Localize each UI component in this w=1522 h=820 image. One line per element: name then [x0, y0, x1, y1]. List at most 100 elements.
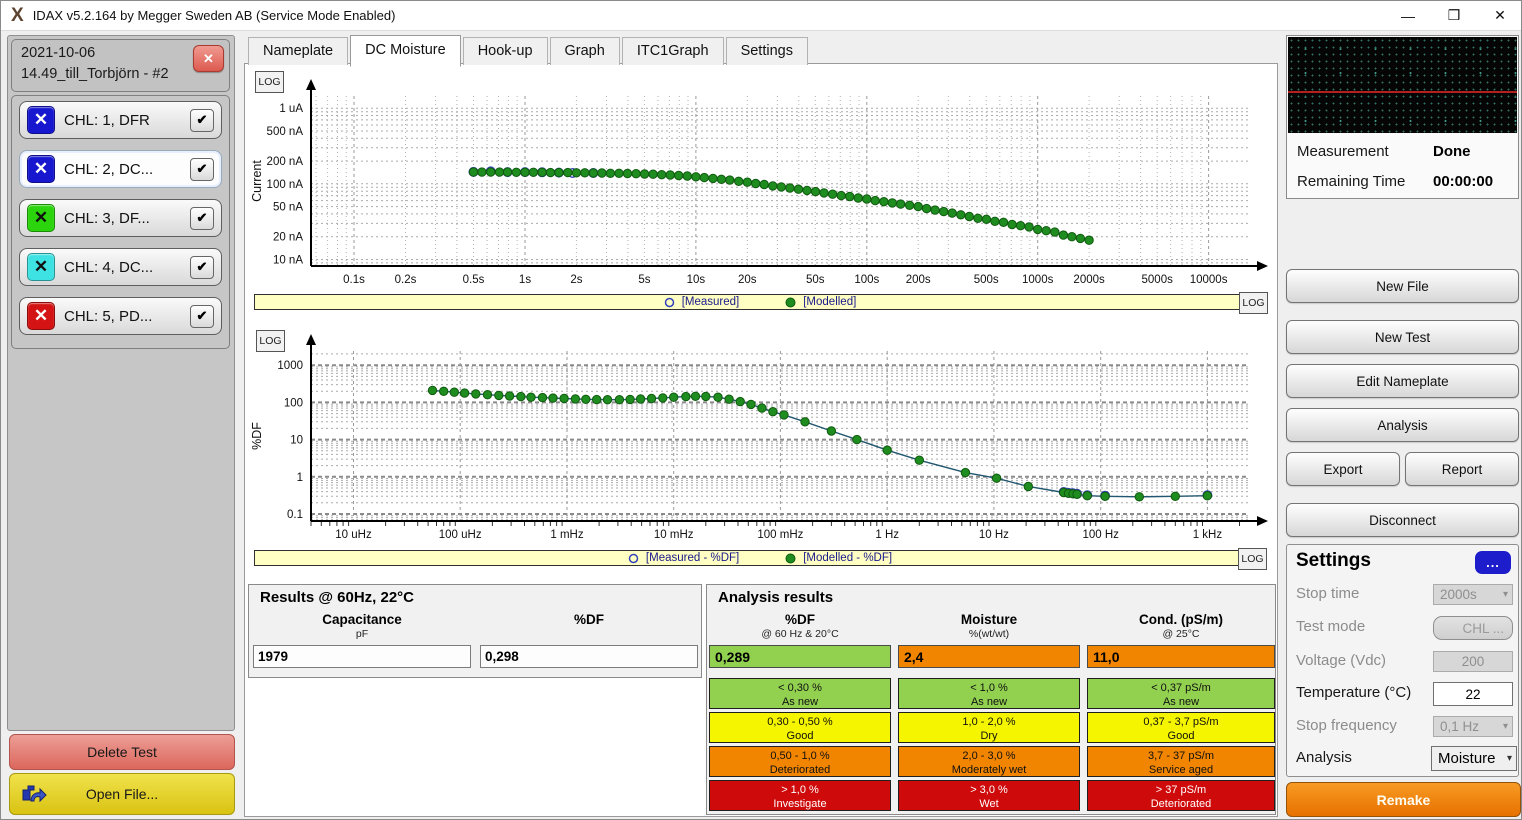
voltage-input: 200: [1433, 651, 1513, 672]
svg-text:5000s: 5000s: [1142, 274, 1174, 286]
new-file-button[interactable]: New File: [1286, 269, 1519, 303]
measured-marker-icon: [628, 553, 639, 564]
tab-nameplate[interactable]: Nameplate: [248, 37, 348, 65]
svg-text:10 mHz: 10 mHz: [654, 529, 694, 541]
disconnect-button[interactable]: Disconnect: [1286, 503, 1519, 537]
remaining-time-label: Remaining Time: [1297, 173, 1405, 190]
stop-time-label: Stop time: [1296, 585, 1359, 602]
tab-hook-up[interactable]: Hook-up: [463, 37, 548, 65]
channel-checkbox[interactable]: ✔: [190, 109, 214, 132]
analysis-type-label: Analysis: [1296, 749, 1352, 766]
channel-item-2[interactable]: ✕ CHL: 2, DC... ✔: [19, 150, 222, 188]
channel-list: ✕ CHL: 1, DFR ✔ ✕ CHL: 2, DC... ✔ ✕ CHL:…: [11, 95, 230, 349]
tab-dc-moisture[interactable]: DC Moisture: [350, 35, 461, 67]
measured-marker-icon: [664, 297, 675, 308]
channel-color-icon: ✕: [27, 106, 55, 134]
channel-item-1[interactable]: ✕ CHL: 1, DFR ✔: [19, 101, 222, 139]
svg-text:2s: 2s: [570, 274, 582, 286]
channel-checkbox[interactable]: ✔: [190, 158, 214, 181]
analysis-type-select[interactable]: Moisture▾: [1431, 746, 1517, 771]
df-analysis-value: 0,289: [709, 645, 891, 668]
modelled-marker-icon: [785, 553, 796, 564]
edit-nameplate-button[interactable]: Edit Nameplate: [1286, 364, 1519, 398]
channel-item-5[interactable]: ✕ CHL: 5, PD... ✔: [19, 297, 222, 335]
channel-checkbox[interactable]: ✔: [190, 207, 214, 230]
channel-color-icon: ✕: [27, 302, 55, 330]
svg-text:500 nA: 500 nA: [267, 126, 304, 138]
svg-text:10 nA: 10 nA: [273, 255, 303, 267]
svg-text:500s: 500s: [974, 274, 999, 286]
svg-text:10000s: 10000s: [1190, 274, 1228, 286]
settings-panel: Settings ... Stop time 2000s▾ Test mode …: [1286, 544, 1519, 777]
df-header: %DF: [480, 612, 698, 627]
svg-text:1000s: 1000s: [1022, 274, 1054, 286]
log-scale-button-current-x[interactable]: LOG: [1239, 292, 1268, 314]
svg-text:10: 10: [290, 435, 303, 447]
grade-cell: 1,0 - 2,0 %Dry: [898, 712, 1080, 743]
stop-time-select: 2000s▾: [1433, 584, 1513, 605]
grade-cell: 0,37 - 3,7 pS/mGood: [1087, 712, 1275, 743]
analysis-button[interactable]: Analysis: [1286, 408, 1519, 442]
log-scale-button-df-x[interactable]: LOG: [1238, 548, 1267, 570]
channel-color-icon: ✕: [27, 253, 55, 281]
temperature-input[interactable]: 22: [1433, 682, 1513, 706]
conductivity-analysis-value: 11,0: [1087, 645, 1275, 668]
svg-text:200 nA: 200 nA: [267, 156, 304, 168]
channel-label: CHL: 2, DC...: [55, 161, 190, 178]
tab-graph[interactable]: Graph: [550, 37, 620, 65]
scope-display: [1288, 37, 1517, 133]
legend-modelled-df: [Modelled - %DF]: [785, 552, 892, 564]
tab-itc1graph[interactable]: ITC1Graph: [622, 37, 724, 65]
delete-test-button[interactable]: Delete Test: [9, 734, 235, 770]
channel-item-4[interactable]: ✕ CHL: 4, DC... ✔: [19, 248, 222, 286]
report-button[interactable]: Report: [1405, 452, 1519, 486]
svg-text:2000s: 2000s: [1073, 274, 1105, 286]
remake-button[interactable]: Remake: [1286, 782, 1521, 817]
grade-cell: 0,50 - 1,0 %Deteriorated: [709, 746, 891, 777]
open-file-button[interactable]: Open File...: [9, 773, 235, 815]
col-header: %DF: [709, 612, 891, 627]
channel-checkbox[interactable]: ✔: [190, 305, 214, 328]
settings-more-button[interactable]: ...: [1475, 551, 1511, 574]
log-scale-button-df-y[interactable]: LOG: [256, 330, 285, 352]
legend-modelled: [Modelled]: [785, 296, 856, 308]
open-file-icon: [20, 781, 47, 807]
close-button[interactable]: ✕: [1477, 1, 1522, 30]
svg-text:20 nA: 20 nA: [273, 232, 303, 244]
test-sidebar: 2021-10-06 14.49_till_Torbjörn - #2 ✕ ✕ …: [7, 35, 235, 731]
grade-cell: > 3,0 %Wet: [898, 780, 1080, 811]
capacitance-value-field[interactable]: 1979: [253, 645, 471, 668]
temperature-label: Temperature (°C): [1296, 684, 1411, 701]
svg-text:1 mHz: 1 mHz: [550, 529, 583, 541]
channel-checkbox[interactable]: ✔: [190, 256, 214, 279]
results-title: Results @ 60Hz, 22°C: [260, 589, 414, 606]
df-value-field[interactable]: 0,298: [480, 645, 698, 668]
analysis-panel: Analysis results %DF @ 60 Hz & 20°C 0,28…: [706, 584, 1276, 815]
export-button[interactable]: Export: [1286, 452, 1400, 486]
results-panel: Results @ 60Hz, 22°C Capacitance pF 1979…: [248, 584, 702, 678]
new-test-button[interactable]: New Test: [1286, 320, 1519, 354]
app-logo-icon: X: [11, 6, 24, 25]
grade-cell: 3,7 - 37 pS/mService aged: [1087, 746, 1275, 777]
svg-text:1 uA: 1 uA: [279, 103, 303, 115]
svg-text:100 Hz: 100 Hz: [1082, 529, 1119, 541]
maximize-button[interactable]: ❒: [1431, 1, 1477, 30]
log-scale-button-current-y[interactable]: LOG: [255, 71, 284, 93]
svg-text:1000: 1000: [277, 360, 303, 372]
grade-cell: 2,0 - 3,0 %Moderately wet: [898, 746, 1080, 777]
close-test-button[interactable]: ✕: [193, 45, 224, 72]
measurement-value: Done: [1433, 143, 1471, 160]
svg-text:100 nA: 100 nA: [267, 179, 304, 191]
channel-item-3[interactable]: ✕ CHL: 3, DF... ✔: [19, 199, 222, 237]
chevron-down-icon: ▾: [1503, 589, 1508, 600]
svg-text:Current: Current: [250, 160, 264, 202]
svg-text:10 Hz: 10 Hz: [979, 529, 1009, 541]
minimize-button[interactable]: —: [1385, 1, 1431, 30]
svg-text:200s: 200s: [906, 274, 931, 286]
channel-label: CHL: 3, DF...: [55, 210, 190, 227]
modelled-marker-icon: [785, 297, 796, 308]
svg-text:1 Hz: 1 Hz: [875, 529, 899, 541]
remaining-time-value: 00:00:00: [1433, 173, 1493, 190]
tab-settings[interactable]: Settings: [726, 37, 808, 65]
window-title: IDAX v5.2.164 by Megger Sweden AB (Servi…: [33, 8, 396, 23]
